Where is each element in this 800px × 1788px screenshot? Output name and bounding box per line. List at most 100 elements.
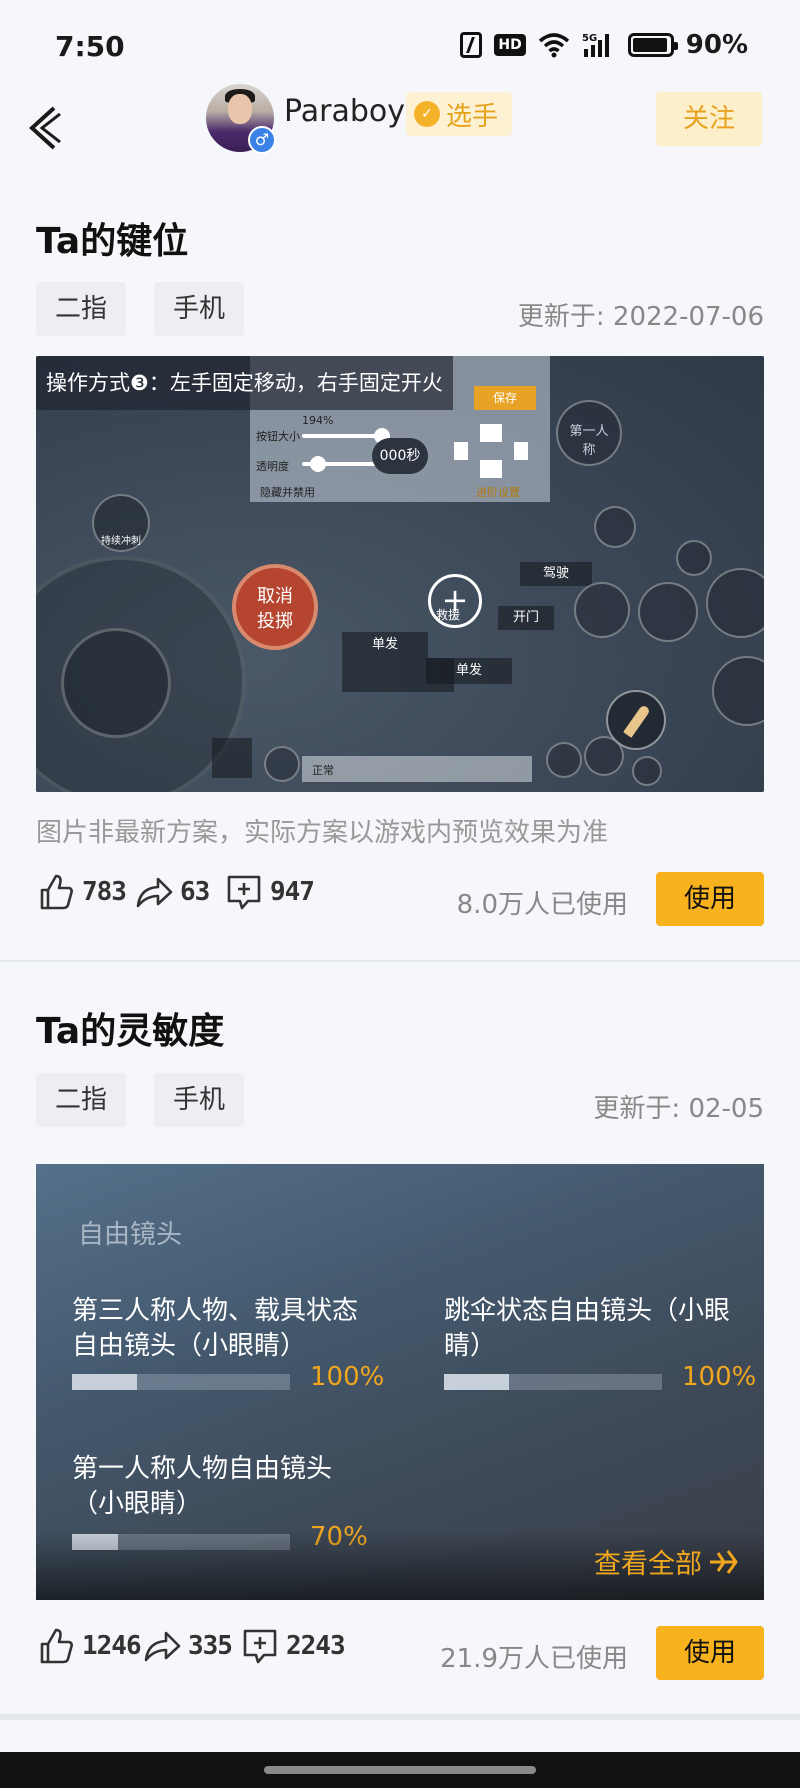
view-all-label: 查看全部 bbox=[594, 1549, 702, 1580]
share-icon bbox=[136, 877, 173, 908]
sensitivity-value: 100% bbox=[682, 1362, 757, 1392]
single-fire-label-2: 单发 bbox=[426, 658, 512, 684]
tag-two-finger-2: 二指 bbox=[36, 1073, 126, 1127]
share-icon bbox=[144, 1631, 181, 1662]
share-count: 335 bbox=[188, 1631, 233, 1661]
tag-two-finger: 二指 bbox=[36, 282, 126, 336]
sensitivity-item-name: 第三人称人物、载具状态自由镜头（小眼睛） bbox=[72, 1296, 359, 1361]
follow-button[interactable]: 关注 bbox=[656, 92, 762, 146]
single-fire-label: 单发 bbox=[342, 632, 428, 658]
first-person-label: 第一人称 bbox=[569, 424, 609, 458]
keymap-hint: 图片非最新方案，实际方案以游戏内预览效果为准 bbox=[36, 818, 609, 848]
open-door-label: 开门 bbox=[498, 606, 554, 630]
marker-button bbox=[676, 540, 712, 576]
sensitivity-value: 100% bbox=[310, 1362, 385, 1392]
keymap-screenshot[interactable]: 持续冲刺 按钮大小 194% 透明度 隐藏并禁用 进阶设置 000秒 保存 操作… bbox=[36, 356, 764, 792]
network-label: 5G bbox=[582, 33, 597, 44]
crouch-button bbox=[574, 582, 630, 638]
role-badge: ✓ 选手 bbox=[406, 92, 513, 136]
timer-counter: 000秒 bbox=[372, 438, 428, 474]
tag-phone: 手机 bbox=[154, 282, 244, 336]
wifi-icon bbox=[538, 33, 569, 58]
keymap-use-button[interactable]: 使用 bbox=[656, 872, 764, 926]
sensitivity-bar bbox=[72, 1374, 290, 1390]
save-count: 947 bbox=[270, 877, 315, 907]
keymap-users: 8.0万人已使用 bbox=[456, 890, 628, 920]
prone-button bbox=[638, 582, 698, 642]
sensitivity-value: 70% bbox=[310, 1522, 368, 1552]
look-button bbox=[594, 506, 636, 548]
joystick bbox=[61, 628, 171, 738]
share-button[interactable]: 335 bbox=[142, 1626, 233, 1666]
sprint-button: 持续冲刺 bbox=[92, 494, 150, 552]
like-count: 1246 bbox=[82, 1631, 142, 1661]
male-icon: ♂ bbox=[248, 126, 276, 154]
sensitivity-item: 第一人称人物自由镜头（小眼睛） bbox=[72, 1452, 362, 1522]
keymap-title: Ta的键位 bbox=[36, 221, 189, 262]
dpad bbox=[454, 424, 528, 478]
like-button[interactable]: 783 bbox=[36, 872, 127, 912]
size-value: 194% bbox=[302, 414, 334, 427]
keymap-updated: 更新于: 2022-07-06 bbox=[517, 302, 764, 332]
view-all-link[interactable]: 查看全部 bbox=[594, 1542, 738, 1581]
medkit-button bbox=[212, 738, 252, 778]
section-divider bbox=[0, 1714, 800, 1720]
tag-phone-2: 手机 bbox=[154, 1073, 244, 1127]
sensitivity-item: 第三人称人物、载具状态自由镜头（小眼睛） bbox=[72, 1294, 362, 1364]
in-game-save: 保存 bbox=[474, 386, 536, 410]
battery-percent: 90% bbox=[685, 30, 748, 60]
reload-button bbox=[584, 736, 624, 776]
save-button[interactable]: 947 bbox=[224, 872, 315, 912]
sensitivity-item-name: 跳伞状态自由镜头（小眼睛） bbox=[444, 1296, 731, 1361]
sensitivity-users: 21.9万人已使用 bbox=[440, 1644, 628, 1674]
posture-label: 正常 bbox=[312, 764, 334, 777]
sensitivity-actions: 1246 335 2243 21.9万人已使用 使用 bbox=[36, 1626, 764, 1686]
sensitivity-card[interactable]: 自由镜头 第三人称人物、载具状态自由镜头（小眼睛） 100% 跳伞状态自由镜头（… bbox=[36, 1164, 764, 1600]
signal-5g-icon: 5G bbox=[582, 33, 609, 57]
grenade-button bbox=[546, 742, 582, 778]
status-time: 7:50 bbox=[55, 30, 125, 63]
battery-icon bbox=[627, 33, 678, 57]
sensitivity-item-name: 第一人称人物自由镜头（小眼睛） bbox=[72, 1454, 333, 1519]
add-save-icon bbox=[227, 875, 261, 910]
share-count: 63 bbox=[180, 877, 210, 907]
size-label: 按钮大小 bbox=[256, 430, 300, 443]
status-icons: HD 5G 90% bbox=[460, 30, 748, 60]
sensitivity-bar bbox=[444, 1374, 662, 1390]
role-label: 选手 bbox=[446, 101, 499, 132]
save-button[interactable]: 2243 bbox=[240, 1626, 346, 1666]
advanced-label: 进阶设置 bbox=[476, 486, 520, 499]
verified-icon: ✓ bbox=[414, 101, 440, 127]
keymap-actions: 783 63 947 8.0万人已使用 使用 bbox=[36, 872, 764, 932]
back-arrow-icon[interactable] bbox=[24, 98, 64, 158]
cancel-throw-button: 取消 投掷 bbox=[232, 564, 318, 650]
rescue-label: 救援 bbox=[436, 608, 461, 622]
free-camera-heading: 自由镜头 bbox=[78, 1220, 183, 1250]
crosshair-button bbox=[632, 756, 662, 786]
thumbs-up-icon bbox=[40, 1628, 73, 1664]
sensitivity-updated: 更新于: 02-05 bbox=[593, 1094, 764, 1124]
operation-mode-label: 操作方式❸：左手固定移动，右手固定开火 bbox=[36, 356, 453, 410]
sensitivity-bar bbox=[72, 1534, 290, 1550]
thumbs-up-icon bbox=[40, 874, 73, 910]
sensitivity-use-button[interactable]: 使用 bbox=[656, 1626, 764, 1680]
hide-label: 隐藏并禁用 bbox=[260, 486, 315, 499]
sensitivity-item: 跳伞状态自由镜头（小眼睛） bbox=[444, 1294, 734, 1364]
hd-icon: HD bbox=[494, 34, 526, 56]
nfc-icon bbox=[460, 32, 483, 58]
health-bar: 正常 bbox=[302, 756, 532, 782]
home-indicator[interactable] bbox=[264, 1766, 536, 1774]
opacity-label: 透明度 bbox=[256, 460, 289, 473]
sensitivity-title: Ta的灵敏度 bbox=[36, 1011, 225, 1052]
section-divider bbox=[0, 960, 800, 962]
status-bar: 7:50 HD 5G 90% bbox=[0, 0, 800, 90]
potion-button bbox=[264, 746, 300, 782]
add-save-icon bbox=[243, 1629, 277, 1664]
username: Paraboy bbox=[284, 94, 405, 129]
profile-header: ♂ Paraboy ✓ 选手 关注 bbox=[0, 80, 800, 180]
share-button[interactable]: 63 bbox=[134, 872, 210, 912]
drive-label: 驾驶 bbox=[520, 562, 592, 586]
like-button[interactable]: 1246 bbox=[36, 1626, 142, 1666]
plane-icon bbox=[710, 1549, 738, 1574]
like-count: 783 bbox=[82, 877, 127, 907]
